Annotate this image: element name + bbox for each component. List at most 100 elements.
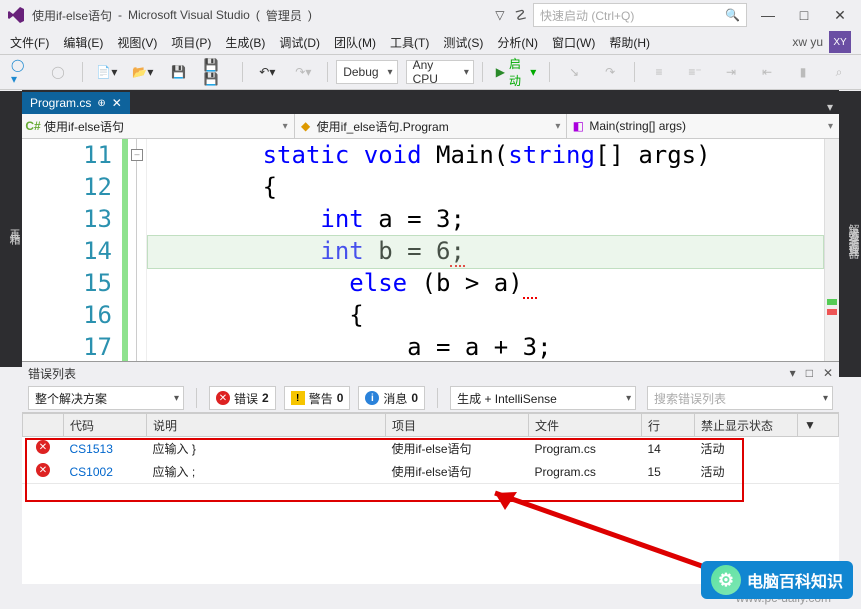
error-code-link[interactable]: CS1513 — [70, 442, 113, 456]
menu-analyze[interactable]: 分析(N) — [497, 34, 538, 51]
save-all-button[interactable]: 💾💾 — [199, 60, 235, 84]
col-icon[interactable] — [23, 414, 64, 437]
user-name[interactable]: xw yu — [792, 35, 823, 49]
error-list-toolwindow: 错误列表 ▾ □ ✕ 整个解决方案 ✕ 错误 2 ! 警告 0 i 消息 0 生… — [22, 361, 839, 584]
platform-value: Any CPU — [413, 58, 455, 86]
brand-logo: ⚙ 电脑百科知识 — [701, 561, 853, 599]
error-list-titlebar[interactable]: 错误列表 ▾ □ ✕ — [22, 362, 839, 384]
menu-file[interactable]: 文件(F) — [10, 34, 49, 51]
indent-button[interactable]: ⇥ — [715, 60, 747, 84]
errors-pill[interactable]: ✕ 错误 2 — [209, 386, 276, 410]
redo-button[interactable]: ↷▾ — [287, 60, 319, 84]
feedback-icon[interactable]: ☡ — [514, 7, 527, 24]
nav-project-dropdown[interactable]: C# 使用if-else语句 — [22, 114, 295, 138]
fold-toggle-icon[interactable]: – — [131, 149, 143, 161]
menu-tools[interactable]: 工具(T) — [390, 34, 429, 51]
title-role: 管理员 — [266, 7, 302, 24]
error-file: Program.cs — [529, 460, 642, 483]
error-state: 活动 — [695, 460, 798, 483]
menu-debug[interactable]: 调试(D) — [279, 34, 320, 51]
user-badge[interactable]: XY — [829, 31, 851, 53]
comment-button[interactable]: ≡ — [643, 60, 675, 84]
gear-icon: ⚙ — [711, 565, 741, 595]
warnings-count: 0 — [337, 391, 344, 405]
menu-window[interactable]: 窗口(W) — [552, 34, 595, 51]
menu-test[interactable]: 测试(S) — [443, 34, 483, 51]
line-number-gutter: 11121314151617 — [22, 139, 122, 361]
outdent-button[interactable]: ⇤ — [751, 60, 783, 84]
menu-help[interactable]: 帮助(H) — [609, 34, 650, 51]
uncomment-button[interactable]: ≡⁻ — [679, 60, 711, 84]
tw-pin-icon[interactable]: □ — [806, 366, 813, 380]
menu-edit[interactable]: 编辑(E) — [63, 34, 103, 51]
quick-launch-input[interactable]: 快速启动 (Ctrl+Q) 🔍 — [533, 3, 747, 27]
scope-dropdown[interactable]: 整个解决方案 — [28, 386, 184, 410]
undo-button[interactable]: ↶▾ — [251, 60, 283, 84]
title-sep: - — [118, 8, 122, 22]
bookmark-button[interactable]: ▮ — [787, 60, 819, 84]
solution-explorer-tab[interactable]: 解决方案资源管理器 — [845, 224, 861, 251]
col-line[interactable]: 行 — [642, 414, 695, 437]
error-search-input[interactable]: 搜索错误列表 — [647, 386, 833, 410]
nav-project-label: 使用if-else语句 — [44, 118, 124, 135]
document-tab-program[interactable]: Program.cs ⊕ ✕ — [22, 92, 130, 114]
platform-dropdown[interactable]: Any CPU — [406, 60, 474, 84]
find-button[interactable]: ⌕ — [823, 60, 855, 84]
pin-icon[interactable]: ⊕ — [97, 98, 105, 109]
menu-build[interactable]: 生成(B) — [225, 34, 265, 51]
col-filter[interactable]: ▼ — [798, 414, 839, 437]
tab-overflow-icon[interactable]: ▾ — [827, 100, 833, 114]
left-tool-gutter[interactable]: 工具箱 — [0, 91, 22, 367]
error-code-link[interactable]: CS1002 — [70, 465, 113, 479]
error-state: 活动 — [695, 437, 798, 461]
warnings-pill[interactable]: ! 警告 0 — [284, 386, 351, 410]
code-area[interactable]: static void Main(string[] args) { int a … — [147, 139, 824, 361]
filter-dropdown[interactable]: 生成 + IntelliSense — [450, 386, 636, 410]
doc-tab-label: Program.cs — [30, 96, 91, 110]
menu-view[interactable]: 视图(V) — [117, 34, 157, 51]
nav-class-dropdown[interactable]: ◆ 使用if_else语句.Program — [295, 114, 568, 138]
col-state[interactable]: 禁止显示状态 — [695, 414, 798, 437]
col-file[interactable]: 文件 — [529, 414, 642, 437]
nav-method-label: Main(string[] args) — [589, 119, 686, 133]
col-code[interactable]: 代码 — [64, 414, 147, 437]
fold-gutter[interactable]: – — [128, 139, 147, 361]
menubar: 文件(F) 编辑(E) 视图(V) 项目(P) 生成(B) 调试(D) 团队(M… — [0, 30, 861, 54]
start-button[interactable]: ▶启动 ▾ — [491, 60, 542, 84]
menu-project[interactable]: 项目(P) — [171, 34, 211, 51]
tw-menu-icon[interactable]: ▾ — [790, 366, 796, 380]
col-desc[interactable]: 说明 — [147, 414, 386, 437]
method-icon: ◧ — [571, 119, 585, 133]
scroll-map[interactable] — [824, 139, 839, 361]
errors-count: 2 — [262, 391, 269, 405]
col-project[interactable]: 项目 — [386, 414, 529, 437]
tw-close-icon[interactable]: ✕ — [823, 366, 833, 380]
maximize-button[interactable]: □ — [789, 7, 819, 23]
menu-team[interactable]: 团队(M) — [334, 34, 376, 51]
filter-value: 生成 + IntelliSense — [457, 390, 557, 407]
messages-pill[interactable]: i 消息 0 — [358, 386, 425, 410]
minimize-button[interactable]: — — [753, 7, 783, 23]
warning-icon: ! — [291, 391, 305, 405]
tab-close-icon[interactable]: ✕ — [112, 96, 122, 110]
title-role-close: ) — [308, 8, 312, 22]
nav-back-button[interactable]: ◯ ▾ — [6, 60, 38, 84]
open-button[interactable]: 📂▾ — [127, 60, 159, 84]
step-over-button[interactable]: ↷ — [594, 60, 626, 84]
scope-value: 整个解决方案 — [35, 390, 107, 407]
nav-forward-button[interactable]: ◯ — [42, 60, 74, 84]
error-project: 使用if-else语句 — [386, 460, 529, 483]
error-row[interactable]: ✕CS1513应输入 }使用if-else语句Program.cs14活动 — [23, 437, 839, 461]
new-project-button[interactable]: 📄▾ — [91, 60, 123, 84]
right-tool-gutter[interactable]: 解决方案资源管理器 团队资源管理器 诊断工具 属性 — [839, 91, 861, 377]
step-into-button[interactable]: ↘ — [558, 60, 590, 84]
config-dropdown[interactable]: Debug — [336, 60, 397, 84]
notifications-icon[interactable]: ▽ — [495, 8, 504, 22]
nav-method-dropdown[interactable]: ◧ Main(string[] args) — [567, 114, 839, 138]
save-button[interactable]: 💾 — [163, 60, 195, 84]
error-row[interactable]: ✕CS1002应输入 ;使用if-else语句Program.cs15活动 — [23, 460, 839, 483]
close-button[interactable]: ✕ — [825, 7, 855, 24]
toolbox-tab[interactable]: 工具箱 — [6, 228, 22, 237]
error-list-title: 错误列表 — [28, 365, 76, 382]
code-editor[interactable]: 11121314151617 – static void Main(string… — [22, 139, 839, 361]
